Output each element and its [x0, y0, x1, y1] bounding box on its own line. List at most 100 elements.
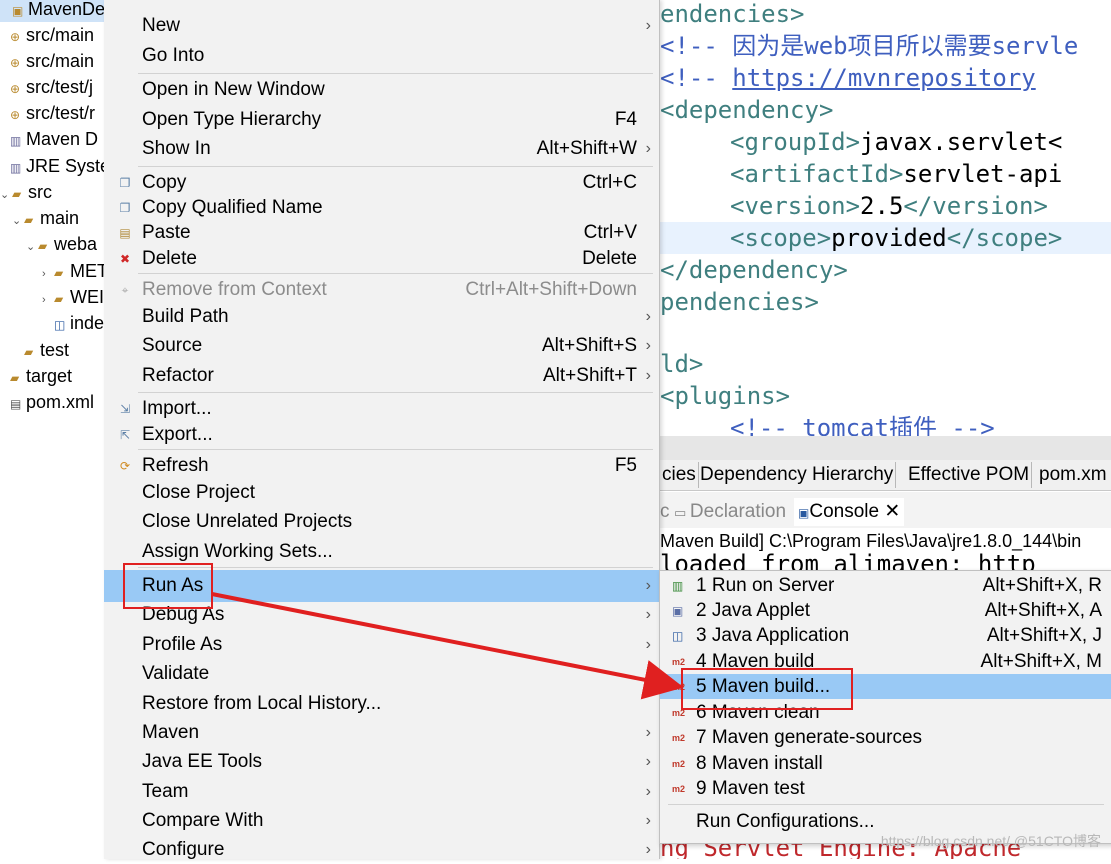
annotation-box-maven-build — [681, 668, 853, 710]
tree-item[interactable]: ⊕ src/test/r — [10, 100, 95, 126]
applet-icon: ▣ — [672, 604, 684, 618]
code-line: <groupId>javax.servlet< — [730, 128, 1063, 156]
watermark: https://blog.csdn.net/ @51CTO博客 — [880, 833, 1101, 849]
code-line: <!-- https://mvnrepository — [660, 64, 1036, 92]
tree-item[interactable]: ⊕ src/main — [10, 22, 94, 48]
maven-icon: m2 — [672, 733, 686, 743]
menu-separator — [138, 567, 653, 568]
tree-item[interactable]: ▥ Maven D — [10, 126, 98, 152]
import-icon: ⇲ — [119, 402, 131, 416]
pom-editor-tabs: cies Dependency Hierarchy Effective POM … — [660, 460, 1111, 491]
tab-dependencies[interactable]: cies — [660, 462, 699, 488]
menu-item-open-new-window[interactable]: Open in New Window — [104, 75, 659, 104]
submenu-item-java-application[interactable]: ◫ 3 Java Application Alt+Shift+X, J — [660, 623, 1111, 648]
tab-console[interactable]: ▣Console ✕ — [794, 498, 905, 526]
menu-item-open-type-hierarchy[interactable]: Open Type Hierarchy F4 — [104, 105, 659, 134]
menu-item-java-ee-tools[interactable]: Java EE Tools › — [104, 747, 659, 776]
submenu-item-run-on-server[interactable]: ▥ 1 Run on Server Alt+Shift+X, R — [660, 573, 1111, 598]
menu-item-close-project[interactable]: Close Project — [104, 478, 659, 507]
code-line: <artifactId>servlet-api — [730, 160, 1063, 188]
menu-item-go-into[interactable]: Go Into — [104, 41, 659, 70]
menu-separator — [138, 166, 653, 167]
menu-item-maven[interactable]: Maven › — [104, 718, 659, 747]
menu-item-refresh[interactable]: ⟳ Refresh F5 — [104, 451, 659, 480]
context-menu: New › Go Into Open in New Window Open Typ… — [104, 0, 660, 860]
library-icon: ▥ — [10, 134, 22, 148]
library-icon: ▥ — [10, 161, 22, 175]
chevron-down-icon[interactable]: ⌄ — [12, 208, 24, 234]
chevron-right-icon: › — [645, 812, 651, 829]
tree-item[interactable]: ◫ inde — [54, 310, 104, 336]
menu-item-paste[interactable]: ▤ Paste Ctrl+V — [104, 218, 659, 247]
code-line: <!-- 因为是web项目所以需要servle — [660, 32, 1079, 60]
submenu-item-maven-install[interactable]: m2 8 Maven install — [660, 751, 1111, 776]
maven-icon: m2 — [672, 759, 686, 769]
menu-item-validate[interactable]: Validate — [104, 659, 659, 688]
menu-separator — [668, 804, 1104, 805]
menu-item-source[interactable]: Source Alt+Shift+S › — [104, 331, 659, 360]
menu-separator — [138, 273, 653, 274]
folder-icon: ▰ — [12, 187, 22, 201]
tab-dependency-hierarchy[interactable]: Dependency Hierarchy — [698, 462, 897, 488]
tab-declaration[interactable]: ▭ Declaration — [674, 498, 786, 526]
chevron-right-icon: › — [645, 337, 651, 354]
menu-item-import[interactable]: ⇲ Import... — [104, 394, 659, 423]
tab-effective-pom[interactable]: Effective POM — [906, 462, 1033, 488]
tree-item[interactable]: ⌄ ▰ main — [12, 205, 79, 231]
package-folder-icon: ⊕ — [10, 56, 21, 70]
tree-item[interactable]: ▰ target — [10, 363, 72, 389]
console-icon: ▣ — [798, 506, 810, 520]
server-icon: ▥ — [672, 579, 684, 593]
chevron-right-icon: › — [645, 783, 651, 800]
submenu-item-maven-test[interactable]: m2 9 Maven test — [660, 776, 1111, 801]
menu-item-team[interactable]: Team › — [104, 777, 659, 806]
tree-item[interactable]: ▰ test — [24, 337, 69, 363]
package-folder-icon: ⊕ — [10, 30, 21, 44]
xml-file-icon: ▤ — [10, 397, 22, 411]
menu-item-remove-from-context: ⌖ Remove from Context Ctrl+Alt+Shift+Down — [104, 275, 659, 304]
code-line: <version>2.5</version> — [730, 192, 1048, 220]
menu-separator — [138, 73, 653, 74]
code-line: endencies> — [660, 0, 805, 28]
tree-item[interactable]: ⊕ src/main — [10, 48, 94, 74]
export-icon: ⇱ — [119, 428, 131, 442]
folder-icon: ▰ — [54, 266, 64, 280]
menu-item-export[interactable]: ⇱ Export... — [104, 420, 659, 449]
annotation-box-run-as — [123, 563, 213, 609]
chevron-right-icon: › — [645, 753, 651, 770]
tree-item[interactable]: ▥ JRE Syste — [10, 153, 110, 179]
menu-item-compare-with[interactable]: Compare With › — [104, 806, 659, 835]
menu-item-show-in[interactable]: Show In Alt+Shift+W › — [104, 134, 659, 163]
tree-item[interactable]: ⌄ ▰ weba — [26, 231, 97, 257]
submenu-item-maven-generate-sources[interactable]: m2 7 Maven generate-sources — [660, 725, 1111, 750]
tree-item[interactable]: ⊕ src/test/j — [10, 74, 93, 100]
chevron-right-icon: › — [645, 367, 651, 384]
tree-item[interactable]: ▤ pom.xml — [10, 389, 94, 415]
menu-item-refactor[interactable]: Refactor Alt+Shift+T › — [104, 361, 659, 390]
chevron-right-icon[interactable]: › — [42, 287, 54, 313]
tree-item[interactable]: › ▰ MET — [42, 258, 108, 284]
menu-item-new[interactable]: New › — [104, 11, 659, 40]
chevron-down-icon[interactable]: ⌄ — [0, 182, 12, 208]
tree-item[interactable]: ⌄ ▰ src — [0, 179, 52, 205]
folder-icon: ▰ — [38, 239, 48, 253]
menu-item-restore-local-history[interactable]: Restore from Local History... — [104, 689, 659, 718]
menu-separator — [138, 392, 653, 393]
tab-partial[interactable]: c — [660, 498, 670, 526]
code-line: </dependency> — [660, 256, 848, 284]
tab-pom-xml[interactable]: pom.xm — [1037, 462, 1109, 488]
chevron-right-icon: › — [645, 636, 651, 653]
menu-item-close-unrelated-projects[interactable]: Close Unrelated Projects — [104, 507, 659, 536]
menu-item-profile-as[interactable]: Profile As › — [104, 630, 659, 659]
paste-icon: ▤ — [119, 226, 131, 240]
menu-item-build-path[interactable]: Build Path › — [104, 302, 659, 331]
chevron-right-icon: › — [645, 140, 651, 157]
menu-item-delete[interactable]: ✖ Delete Delete — [104, 244, 659, 273]
chevron-right-icon: › — [645, 841, 651, 858]
editor-horizontal-scrollbar[interactable] — [660, 436, 1111, 460]
menu-item-assign-working-sets[interactable]: Assign Working Sets... — [104, 537, 659, 566]
menu-item-configure[interactable]: Configure › — [104, 835, 659, 864]
chevron-down-icon[interactable]: ⌄ — [26, 234, 38, 260]
tree-item[interactable]: › ▰ WEI — [42, 284, 104, 310]
submenu-item-java-applet[interactable]: ▣ 2 Java Applet Alt+Shift+X, A — [660, 598, 1111, 623]
